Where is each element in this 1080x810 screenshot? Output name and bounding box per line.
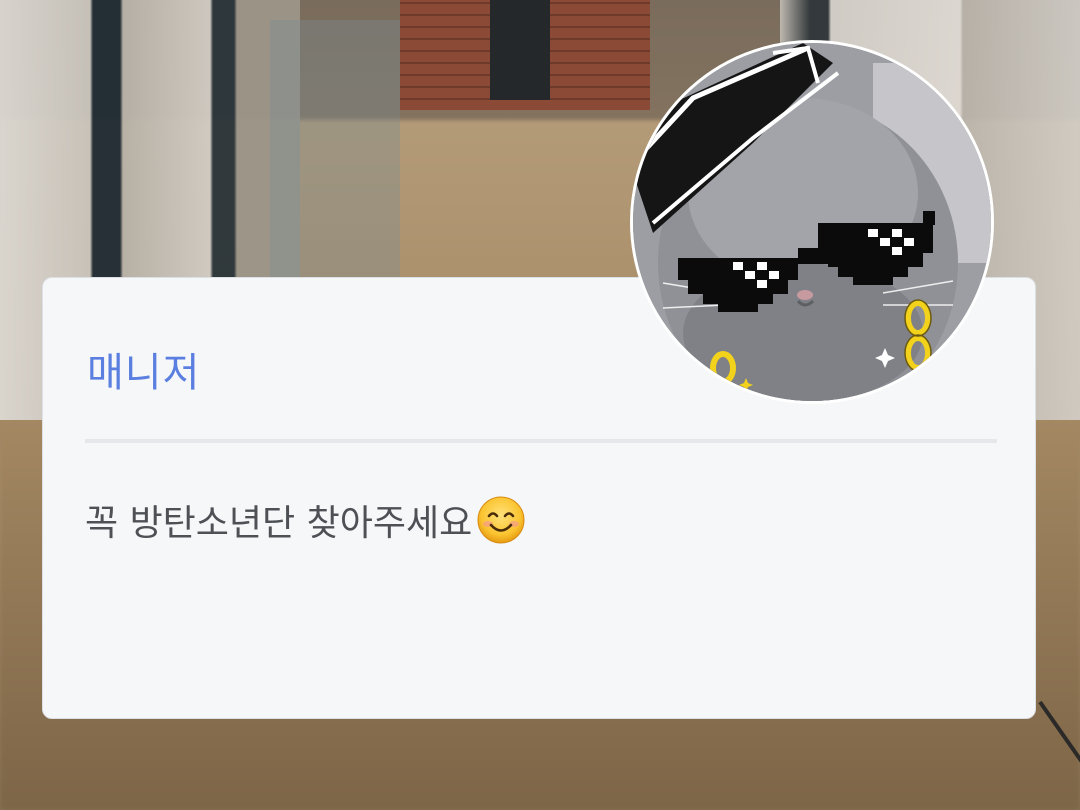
divider — [85, 439, 997, 443]
status-message-text: 꼭 방탄소년단 찾아주세요 — [85, 503, 473, 544]
background-glass-panel — [270, 20, 400, 280]
status-message: 꼭 방탄소년단 찾아주세요 — [85, 494, 526, 546]
card-title: 매니저 — [87, 350, 201, 396]
background-door — [490, 0, 550, 100]
cat-with-sunglasses-icon — [633, 43, 991, 401]
profile-avatar[interactable] — [630, 40, 994, 404]
smiling-face-icon — [476, 495, 526, 545]
screen: 매니저 꼭 방탄소년단 찾아주세요 — [0, 0, 1080, 810]
